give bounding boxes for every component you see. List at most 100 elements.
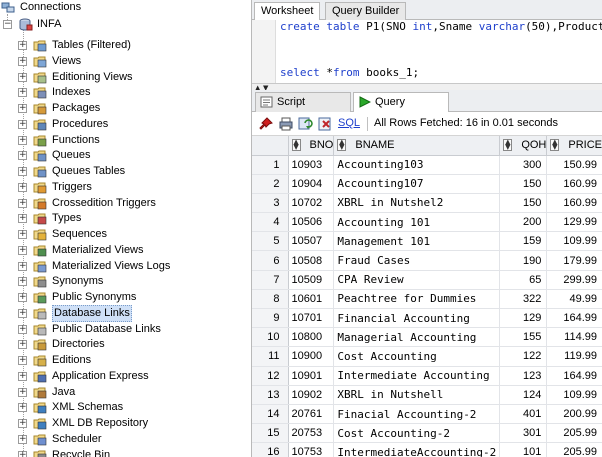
table-row[interactable]: 9 10701 Financial Accounting 129 164.99	[252, 308, 602, 329]
cell-bno[interactable]: 10601	[288, 289, 335, 310]
cell-qoh[interactable]: 322	[499, 289, 548, 310]
row-number-cell[interactable]: 5	[252, 231, 289, 252]
expand-toggle-icon[interactable]: +	[18, 135, 27, 145]
cell-bno[interactable]: 20761	[288, 404, 335, 425]
table-row[interactable]: 3 10702 XBRL in Nutshel2 150 160.99	[252, 193, 602, 214]
tab-query-builder[interactable]: Query Builder	[325, 2, 407, 20]
tree-item-public-synonyms[interactable]: + Public Synonyms	[18, 290, 136, 305]
expand-toggle-icon[interactable]: +	[18, 340, 27, 350]
cell-bname[interactable]: Accounting 101	[333, 212, 501, 233]
tree-item-views[interactable]: + Views	[18, 54, 81, 69]
table-row[interactable]: 7 10509 CPA Review 65 299.99	[252, 270, 602, 290]
tree-node-connections[interactable]: Connections	[1, 0, 81, 15]
sort-icon[interactable]: ▲ ▼	[503, 139, 513, 151]
tree-item-crossedition-triggers[interactable]: + Crossedition Triggers	[18, 196, 156, 211]
export-icon[interactable]	[317, 116, 333, 132]
cell-qoh[interactable]: 129	[499, 308, 548, 329]
expand-toggle-icon[interactable]: +	[18, 214, 27, 224]
expand-toggle-icon[interactable]: +	[18, 230, 27, 239]
cell-bname[interactable]: Accounting107	[333, 174, 501, 194]
cell-bno[interactable]: 10509	[288, 270, 335, 290]
row-number-cell[interactable]: 3	[252, 193, 289, 214]
cell-price[interactable]: 49.99	[546, 289, 602, 310]
tree-item-sequences[interactable]: + Sequences	[18, 227, 107, 242]
cell-bno[interactable]: 10753	[288, 442, 335, 457]
row-number-cell[interactable]: 13	[252, 385, 289, 405]
cell-qoh[interactable]: 122	[499, 346, 548, 367]
cell-bname[interactable]: Finacial Accounting-2	[333, 404, 501, 425]
expand-toggle-icon[interactable]: +	[18, 434, 27, 444]
tree-item-editions[interactable]: + Editions	[18, 353, 91, 368]
result-grid[interactable]: ▲ ▼ BNO ▲ ▼ BNAME ▲ ▼ QOH ▲ ▼ PRICE 1 10903 Accoun…	[252, 136, 602, 457]
sort-icon[interactable]: ▲ ▼	[291, 139, 301, 151]
cell-bno[interactable]: 10701	[288, 308, 335, 329]
tab-worksheet[interactable]: Worksheet	[254, 2, 321, 20]
pin-icon[interactable]	[258, 116, 274, 132]
cell-price[interactable]: 179.99	[546, 250, 602, 271]
table-row[interactable]: 8 10601 Peachtree for Dummies 322 49.99	[252, 289, 602, 310]
cell-bno[interactable]: 10900	[288, 346, 335, 367]
tree-item-directories[interactable]: + Directories	[18, 337, 105, 352]
pane-splitter[interactable]: ▲ ▼	[252, 83, 602, 92]
cell-bname[interactable]: Fraud Cases	[333, 250, 501, 271]
cell-qoh[interactable]: 190	[499, 250, 548, 271]
cell-bno[interactable]: 10904	[288, 174, 335, 194]
table-row[interactable]: 11 10900 Cost Accounting 122 119.99	[252, 346, 602, 367]
cell-qoh[interactable]: 150	[499, 174, 548, 194]
cell-bno[interactable]: 10901	[288, 366, 335, 386]
table-row[interactable]: 2 10904 Accounting107 150 160.99	[252, 174, 602, 194]
table-row[interactable]: 5 10507 Management 101 159 109.99	[252, 231, 602, 252]
tree-item-xml-db-repository[interactable]: + XML DB Repository	[18, 416, 148, 431]
cell-price[interactable]: 200.99	[546, 404, 602, 425]
table-row[interactable]: 12 10901 Intermediate Accounting 123 164.99	[252, 366, 602, 386]
tree-item-procedures[interactable]: + Procedures	[18, 117, 108, 132]
cell-price[interactable]: 129.99	[546, 212, 602, 233]
tree-item-queues-tables[interactable]: + Queues Tables	[18, 164, 125, 179]
expand-toggle-icon[interactable]: +	[18, 151, 27, 161]
cell-qoh[interactable]: 300	[499, 155, 548, 175]
tree-item-packages[interactable]: + Packages	[18, 101, 100, 116]
cell-bno[interactable]: 10902	[288, 385, 335, 405]
cell-qoh[interactable]: 65	[499, 270, 548, 290]
cell-qoh[interactable]: 150	[499, 193, 548, 214]
tree-item-materialized-views[interactable]: + Materialized Views	[18, 243, 144, 258]
cell-qoh[interactable]: 401	[499, 404, 548, 425]
tree-node-infa[interactable]: − INFA	[3, 17, 61, 32]
row-number-cell[interactable]: 9	[252, 308, 289, 329]
cell-bno[interactable]: 10702	[288, 193, 335, 214]
tab-query-result[interactable]: Query Result×	[353, 92, 449, 126]
cell-price[interactable]: 114.99	[546, 327, 602, 348]
expand-toggle-icon[interactable]: +	[18, 56, 27, 66]
column-header-bname[interactable]: ▲ ▼ BNAME	[333, 136, 501, 156]
cell-price[interactable]: 205.99	[546, 442, 602, 457]
expand-toggle-icon[interactable]: +	[18, 245, 27, 255]
row-number-cell[interactable]: 8	[252, 289, 289, 310]
tree-item-editioning-views[interactable]: + Editioning Views	[18, 70, 133, 85]
expand-toggle-icon[interactable]: +	[18, 371, 27, 381]
cell-bno[interactable]: 10507	[288, 231, 335, 252]
tree-item-public-database-links[interactable]: + Public Database Links	[18, 322, 161, 337]
expand-toggle-icon[interactable]: +	[18, 308, 27, 318]
cell-qoh[interactable]: 101	[499, 442, 548, 457]
cell-qoh[interactable]: 159	[499, 231, 548, 252]
tab-script-output[interactable]: Script Output×	[255, 92, 351, 126]
expand-toggle-icon[interactable]: +	[18, 88, 27, 98]
expand-toggle-icon[interactable]: +	[18, 277, 27, 287]
tree-item-java[interactable]: + Java	[18, 385, 75, 400]
sql-link[interactable]: SQL	[338, 117, 360, 129]
expand-toggle-icon[interactable]: +	[18, 261, 27, 271]
row-number-cell[interactable]: 7	[252, 270, 289, 290]
sort-icon[interactable]: ▲ ▼	[550, 139, 560, 151]
table-row[interactable]: 1 10903 Accounting103 300 150.99	[252, 155, 602, 175]
sql-editor[interactable]: create table P1(SNO int,Sname varchar(50…	[252, 20, 602, 83]
expand-toggle-icon[interactable]: +	[18, 293, 27, 302]
tree-item-application-express[interactable]: + Application Express	[18, 369, 149, 384]
tree-item-indexes[interactable]: + Indexes	[18, 85, 91, 100]
cell-bno[interactable]: 20753	[288, 423, 335, 444]
cell-price[interactable]: 150.99	[546, 155, 602, 175]
cell-bno[interactable]: 10800	[288, 327, 335, 348]
cell-price[interactable]: 109.99	[546, 231, 602, 252]
cell-bname[interactable]: Management 101	[333, 231, 501, 252]
cell-price[interactable]: 119.99	[546, 346, 602, 367]
cell-bname[interactable]: XBRL in Nutshel2	[333, 193, 501, 214]
